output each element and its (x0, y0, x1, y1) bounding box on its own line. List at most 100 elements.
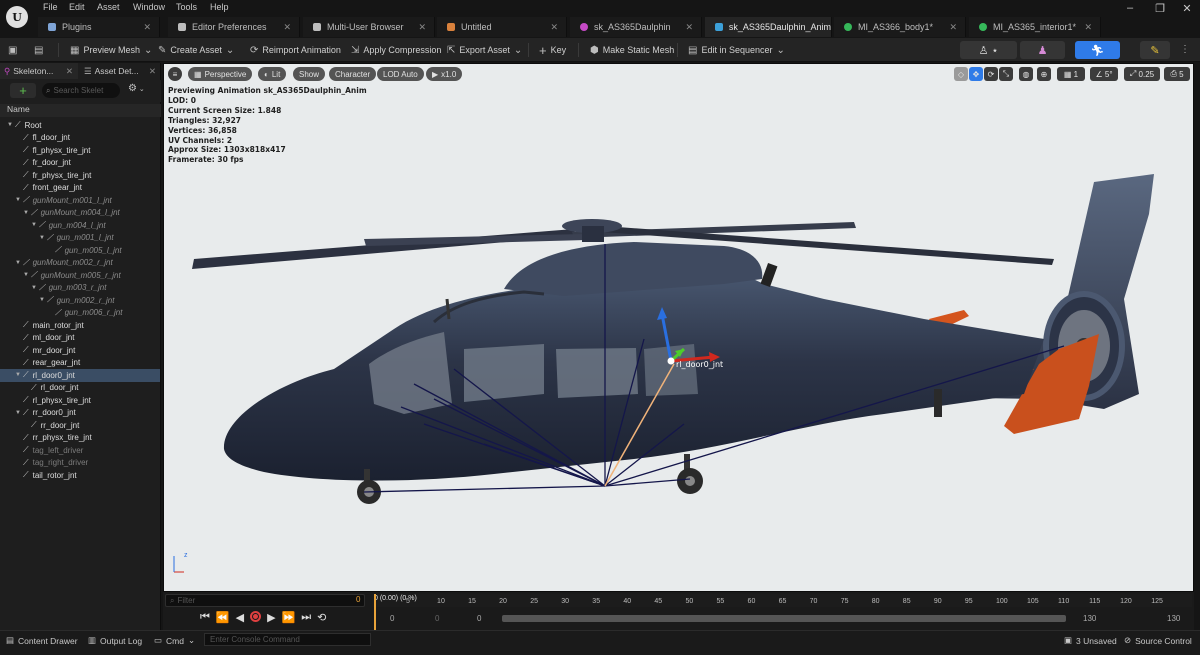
camera-speed-button[interactable]: ⎙ 5 (1164, 67, 1190, 81)
expand-arrow-icon[interactable]: ▼ (15, 372, 21, 378)
bone-tree-row[interactable]: ⟋ front_gear_jnt (0, 182, 160, 195)
tab-untitled[interactable]: Untitled ✕ (437, 17, 567, 37)
close-tab-icon[interactable]: ✕ (143, 22, 151, 33)
bone-tree-row[interactable]: ⟋ gun_m005_l_jnt (0, 244, 160, 257)
step-forward-icon[interactable]: ⏩ (282, 611, 296, 624)
bone-tree-row[interactable]: ▼ ⟋ gunMount_m002_r_jnt (0, 257, 160, 270)
select-mode-button[interactable]: ◇ (954, 67, 968, 81)
bone-tree-row[interactable]: ⟋ tag_right_driver (0, 457, 160, 470)
surface-snap-button[interactable]: ⊕ (1037, 67, 1051, 81)
preview-mesh-button[interactable]: ▦ Preview Mesh ⌄ (70, 41, 152, 59)
bone-tree-row[interactable]: ⟋ rr_door_jnt (0, 419, 160, 432)
expand-arrow-icon[interactable]: ▼ (15, 410, 21, 416)
apply-compression-button[interactable]: ⇲ Apply Compression (351, 41, 441, 59)
bone-tree-row[interactable]: ⟋ mr_door_jnt (0, 344, 160, 357)
tab-mi-as366-body1[interactable]: MI_AS366_body1* ✕ (834, 17, 966, 37)
scale-snap-button[interactable]: ⤢ 0.25 (1124, 67, 1160, 81)
close-icon[interactable]: ✕ (1178, 2, 1196, 15)
edit-in-sequencer-button[interactable]: ▤ Edit in Sequencer ⌄ (688, 41, 785, 59)
expand-arrow-icon[interactable]: ▼ (23, 272, 29, 278)
tab-mi-as365-interior1[interactable]: MI_AS365_interior1* ✕ (969, 17, 1101, 37)
blueprint-mode-button[interactable]: ✎ (1140, 41, 1170, 59)
show-button[interactable]: Show (293, 67, 326, 81)
mesh-mode-button[interactable]: ♟ (1020, 41, 1065, 59)
bone-tree-row[interactable]: ⟋ rr_physx_tire_jnt (0, 432, 160, 445)
skeleton-search-input[interactable]: ⌕ Search Skelet (42, 83, 120, 98)
expand-arrow-icon[interactable]: ▼ (23, 210, 29, 216)
tree-settings-button[interactable]: ⚙ ⌄ (128, 83, 145, 94)
tab-multi-user-browser[interactable]: Multi-User Browser ✕ (303, 17, 435, 37)
bone-tree-row[interactable]: ▼ ⟋ gun_m001_l_jnt (0, 232, 160, 245)
save-button[interactable]: ▣ (8, 41, 17, 59)
menu-file[interactable]: File (43, 2, 58, 12)
grid-snap-button[interactable]: ▦ 1 (1057, 67, 1085, 81)
tab-asset-details[interactable]: ☰ Asset Det... ✕ (80, 63, 160, 79)
menu-tools[interactable]: Tools (176, 2, 197, 12)
jump-to-start-icon[interactable]: ⏮ (200, 611, 210, 624)
rotation-snap-button[interactable]: ∠ 5° (1090, 67, 1118, 81)
bone-tree-row[interactable]: ▼ ⟋ gunMount_m005_r_jnt (0, 269, 160, 282)
tab-plugins[interactable]: Plugins ✕ (38, 17, 160, 37)
expand-arrow-icon[interactable]: ▼ (31, 285, 37, 291)
bone-tree-row[interactable]: ▼ ⟋ rr_door0_jnt (0, 407, 160, 420)
animation-mode-button[interactable]: 🏃︎ (1075, 41, 1120, 59)
output-log-button[interactable]: ▥ Output Log (88, 635, 142, 646)
bone-tree-row[interactable]: ▼ ⟋ gun_m002_r_jnt (0, 294, 160, 307)
bone-tree-row[interactable]: ⟋ tag_left_driver (0, 444, 160, 457)
unreal-logo-icon[interactable]: U (6, 6, 28, 28)
make-static-mesh-button[interactable]: ⬢ Make Static Mesh (590, 41, 674, 59)
timeline-filter-input[interactable]: ⌕ Filter (165, 594, 365, 607)
expand-arrow-icon[interactable]: ▼ (31, 222, 37, 228)
playhead[interactable] (374, 594, 376, 630)
maximize-icon[interactable]: ❐ (1151, 2, 1169, 15)
bone-tree-row[interactable]: ⟋ fr_door_jnt (0, 157, 160, 170)
bone-tree-row[interactable]: ⟋ fl_physx_tire_jnt (0, 144, 160, 157)
bone-tree-row[interactable]: ⟋ rl_door_jnt (0, 382, 160, 395)
play-icon[interactable]: ▶ (267, 611, 275, 624)
tab-sk-as365daulphin-anim[interactable]: sk_AS365Daulphin_Anim (705, 17, 832, 37)
range-end-b[interactable]: 130 (1167, 614, 1180, 623)
close-tab-icon[interactable]: ✕ (949, 22, 957, 33)
character-button[interactable]: Character (329, 67, 377, 81)
expand-arrow-icon[interactable]: ▼ (7, 122, 13, 128)
close-tab-icon[interactable]: ✕ (550, 22, 558, 33)
menu-edit[interactable]: Edit (69, 2, 85, 12)
bone-tree-row[interactable]: ▼ ⟋ gun_m004_l_jnt (0, 219, 160, 232)
key-button[interactable]: + Key (539, 41, 566, 59)
bone-tree-row[interactable]: ⟋ rl_physx_tire_jnt (0, 394, 160, 407)
menu-help[interactable]: Help (210, 2, 229, 12)
bone-tree-row[interactable]: ⟋ fr_physx_tire_jnt (0, 169, 160, 182)
menu-asset[interactable]: Asset (97, 2, 120, 12)
menu-window[interactable]: Window (133, 2, 165, 12)
perspective-button[interactable]: ▦ Perspective (188, 67, 253, 81)
scale-mode-button[interactable]: ⤡ (999, 67, 1013, 81)
translate-mode-button[interactable]: ✥ (969, 67, 983, 81)
close-tab-icon[interactable]: ✕ (66, 66, 73, 77)
add-socket-button[interactable]: + (10, 83, 36, 98)
expand-arrow-icon[interactable]: ▼ (15, 197, 21, 203)
range-start-b[interactable]: 0 (435, 614, 439, 623)
bone-tree-row[interactable]: ▼ ⟋ gunMount_m004_l_jnt (0, 207, 160, 220)
bone-tree-row[interactable]: ▼ ⟋ rl_door0_jnt (0, 369, 160, 382)
bone-tree-row[interactable]: ⟋ ml_door_jnt (0, 332, 160, 345)
export-asset-button[interactable]: ⇱ Export Asset ⌄ (447, 41, 522, 59)
name-column-header[interactable]: Name (0, 104, 161, 117)
range-start-c[interactable]: 0 (477, 614, 481, 623)
timeline-scrollbar[interactable] (502, 615, 1066, 622)
loop-icon[interactable]: ⟲ (317, 611, 326, 624)
content-drawer-button[interactable]: ▤ Content Drawer (6, 635, 78, 646)
unsaved-indicator[interactable]: ▣ 3 Unsaved (1064, 635, 1117, 646)
source-control-button[interactable]: ⊘ Source Control (1124, 635, 1192, 646)
tab-editor-preferences[interactable]: Editor Preferences ✕ (168, 17, 300, 37)
record-icon[interactable] (250, 611, 262, 622)
viewport-menu-button[interactable]: ≡ (168, 67, 182, 81)
expand-arrow-icon[interactable]: ▼ (15, 260, 21, 266)
console-command-input[interactable]: Enter Console Command (204, 633, 371, 646)
close-tab-icon[interactable]: ✕ (1084, 22, 1092, 33)
create-asset-button[interactable]: ✎ Create Asset ⌄ (158, 41, 234, 59)
bone-tree-row[interactable]: ⟋ tail_rotor_jnt (0, 469, 160, 482)
coordinate-space-button[interactable]: ◍ (1019, 67, 1033, 81)
rotate-mode-button[interactable]: ⟳ (984, 67, 998, 81)
bone-tree-row[interactable]: ▼ ⟋ gun_m003_r_jnt (0, 282, 160, 295)
play-reverse-icon[interactable]: ◀ (236, 611, 244, 624)
